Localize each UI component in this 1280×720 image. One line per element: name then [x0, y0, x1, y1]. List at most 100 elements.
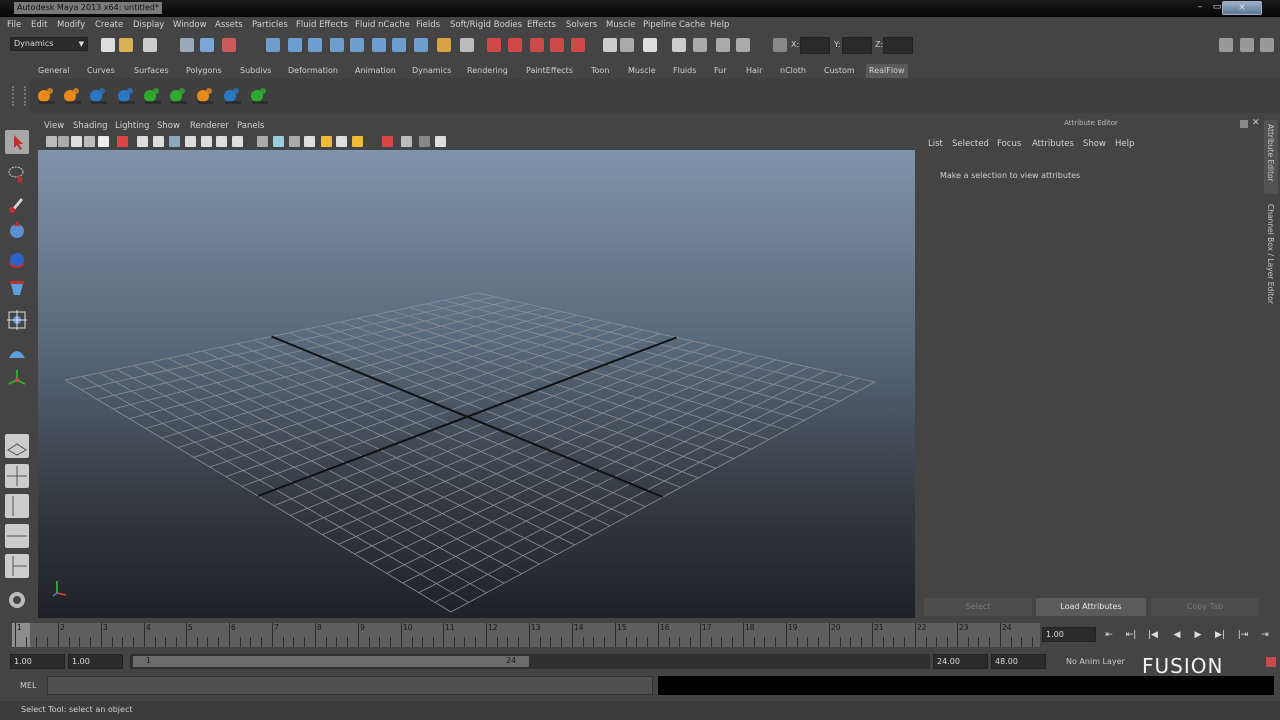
shelf-tab-rendering[interactable]: Rendering — [464, 64, 511, 78]
lasso-tool-icon[interactable] — [5, 162, 29, 186]
layout-single-perspective-icon[interactable] — [5, 434, 29, 458]
select-component-icon[interactable] — [222, 38, 236, 52]
step-back-frame-icon[interactable]: |◀ — [1146, 629, 1160, 641]
menu-fluid-effects[interactable]: Fluid Effects — [296, 20, 348, 30]
shelf-tab-toon[interactable]: Toon — [588, 64, 612, 78]
end-time-field[interactable]: 48.00 — [991, 654, 1046, 669]
show-tool-settings-icon[interactable] — [1240, 38, 1254, 52]
menu-set-select[interactable]: Dynamics ▼ — [10, 37, 88, 51]
xray-icon[interactable] — [382, 136, 393, 147]
show-manipulator-icon[interactable] — [5, 366, 29, 390]
menu-fields[interactable]: Fields — [416, 20, 440, 30]
realflow-icon[interactable] — [36, 84, 56, 106]
realflow-icon[interactable] — [142, 84, 162, 106]
ae-menu-attributes[interactable]: Attributes — [1032, 139, 1074, 149]
shelf-tab-curves[interactable]: Curves — [84, 64, 118, 78]
open-scene-icon[interactable] — [119, 38, 133, 52]
viewport-menu-shading[interactable]: Shading — [73, 121, 108, 131]
realflow-icon[interactable] — [249, 84, 269, 106]
shelf-tab-general[interactable]: General — [35, 64, 73, 78]
menu-file[interactable]: File — [7, 20, 21, 30]
history-input-icon[interactable] — [372, 38, 386, 52]
play-forwards-icon[interactable]: ▶ — [1191, 629, 1205, 641]
command-language-label[interactable]: MEL — [20, 681, 36, 690]
menu-display[interactable]: Display — [133, 20, 164, 30]
close-panel-icon[interactable]: ✕ — [1252, 118, 1260, 128]
motion-blur-icon[interactable] — [435, 136, 446, 147]
screen-space-ao-icon[interactable] — [352, 136, 363, 147]
move-tool-icon[interactable] — [5, 218, 29, 242]
show-attribute-editor-icon[interactable] — [1219, 38, 1233, 52]
menu-effects[interactable]: Effects — [527, 20, 556, 30]
close-button[interactable]: ✕ — [1222, 1, 1262, 15]
select-tool-icon[interactable] — [5, 130, 29, 154]
rename-icon[interactable] — [716, 38, 730, 52]
shelf-tab-fur[interactable]: Fur — [711, 64, 730, 78]
2d-pan-zoom-icon[interactable] — [98, 136, 109, 147]
step-forward-frame-icon[interactable]: ▶| — [1213, 629, 1227, 641]
transform-mode-icon[interactable] — [773, 38, 787, 52]
realflow-icon[interactable] — [116, 84, 136, 106]
float-panel-icon[interactable] — [1240, 120, 1248, 128]
select-by-name-icon[interactable] — [736, 38, 750, 52]
scale-tool-icon[interactable] — [5, 278, 29, 302]
snap-plane-icon[interactable] — [330, 38, 344, 52]
preferences-icon[interactable] — [1266, 657, 1276, 667]
absolute-transform-icon[interactable] — [672, 38, 686, 52]
range-slider-bar[interactable] — [133, 656, 529, 667]
outliner-icon[interactable] — [5, 588, 29, 612]
save-scene-icon[interactable] — [143, 38, 157, 52]
film-gate-icon[interactable] — [153, 136, 164, 147]
select-mode-icon[interactable] — [643, 38, 657, 52]
construction-history-icon[interactable] — [414, 38, 428, 52]
select-object-icon[interactable] — [200, 38, 214, 52]
render-settings-icon[interactable] — [530, 38, 544, 52]
camera-select-icon[interactable] — [46, 136, 57, 147]
realflow-icon[interactable] — [168, 84, 188, 106]
menu-assets[interactable]: Assets — [215, 20, 243, 30]
play-backwards-icon[interactable]: ◀ — [1170, 629, 1184, 641]
shelf-tab-custom[interactable]: Custom — [821, 64, 858, 78]
field-chart-icon[interactable] — [201, 136, 212, 147]
shelf-tab-dynamics[interactable]: Dynamics — [409, 64, 454, 78]
viewport-menu-view[interactable]: View — [44, 121, 64, 131]
minimize-button[interactable]: – — [1188, 1, 1212, 15]
bookmarks-icon[interactable] — [71, 136, 82, 147]
load-attributes-button[interactable]: Load Attributes — [1036, 598, 1146, 616]
lock-selection-icon[interactable] — [620, 38, 634, 52]
viewport-menu-renderer[interactable]: Renderer — [190, 121, 229, 131]
viewport-menu-panels[interactable]: Panels — [237, 121, 264, 131]
ae-menu-selected[interactable]: Selected — [952, 139, 989, 149]
ae-menu-focus[interactable]: Focus — [997, 139, 1021, 149]
isolate-select-icon[interactable] — [401, 136, 412, 147]
menu-create[interactable]: Create — [95, 20, 123, 30]
playback-start-field[interactable]: 1.00 — [68, 654, 123, 669]
resolution-gate-icon[interactable] — [169, 136, 180, 147]
perspective-viewport[interactable] — [38, 150, 915, 618]
realflow-icon[interactable] — [222, 84, 242, 106]
playback-end-field[interactable]: 24.00 — [933, 654, 988, 669]
ipr-render-icon[interactable] — [508, 38, 522, 52]
relative-transform-icon[interactable] — [693, 38, 707, 52]
menu-solvers[interactable]: Solvers — [566, 20, 597, 30]
menu-help[interactable]: Help — [710, 20, 729, 30]
copy-tab-button[interactable]: Copy Tab — [1151, 598, 1259, 616]
history-output-icon[interactable] — [392, 38, 406, 52]
select-button[interactable]: Select — [924, 598, 1032, 616]
use-lights-icon[interactable] — [321, 136, 332, 147]
ae-menu-show[interactable]: Show — [1083, 139, 1106, 149]
render-view-icon[interactable] — [571, 38, 585, 52]
maximize-button[interactable]: ▭ — [1212, 1, 1222, 15]
shelf-tab-deformation[interactable]: Deformation — [285, 64, 341, 78]
start-time-field[interactable]: 1.00 — [10, 654, 65, 669]
select-hierarchy-icon[interactable] — [180, 38, 194, 52]
ae-menu-list[interactable]: List — [928, 139, 943, 149]
image-plane-icon[interactable] — [84, 136, 95, 147]
ae-menu-help[interactable]: Help — [1115, 139, 1134, 149]
x-field[interactable] — [800, 37, 830, 54]
snap-curve-icon[interactable] — [288, 38, 302, 52]
go-to-start-icon[interactable]: ⇤ — [1102, 629, 1116, 641]
menu-window[interactable]: Window — [173, 20, 207, 30]
realflow-icon[interactable] — [195, 84, 215, 106]
new-scene-icon[interactable] — [101, 38, 115, 52]
